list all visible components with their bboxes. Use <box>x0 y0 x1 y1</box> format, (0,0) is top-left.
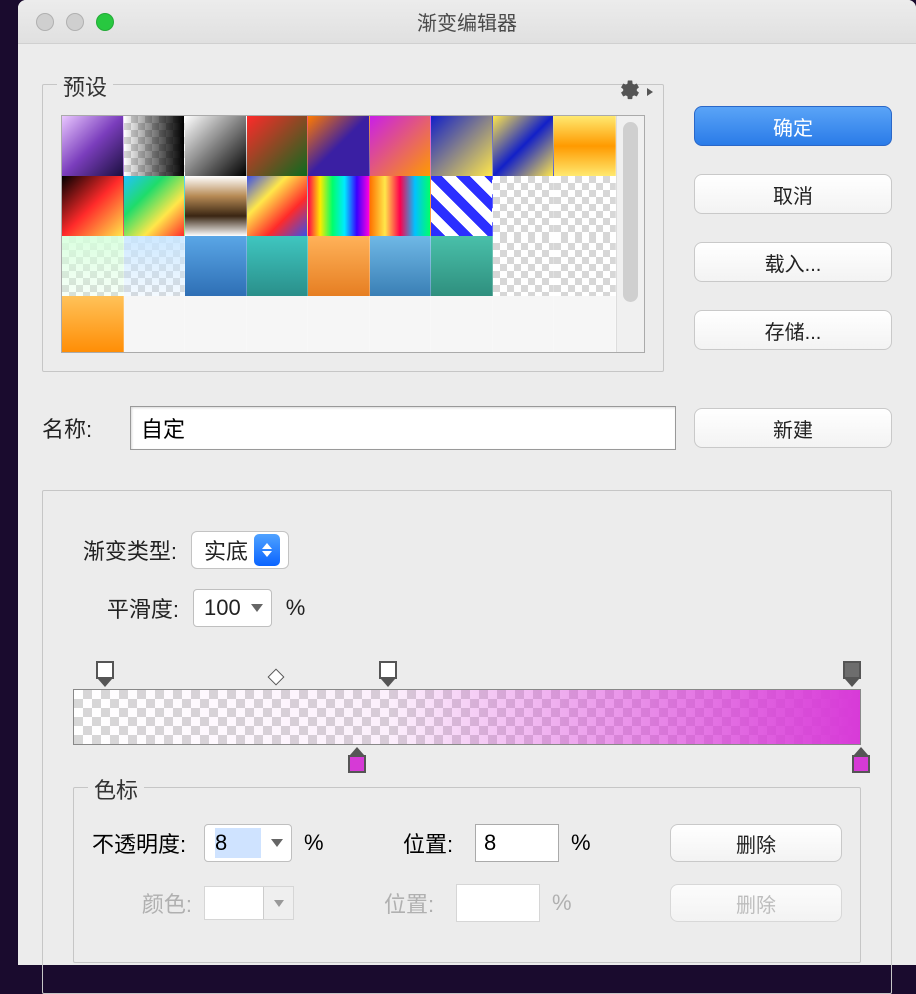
presets-menu-button[interactable] <box>619 79 641 101</box>
opacity-label: 不透明度: <box>92 827 192 859</box>
opacity-combo[interactable] <box>204 824 292 862</box>
preset-swatch[interactable] <box>370 236 432 296</box>
preset-swatch[interactable] <box>370 116 432 176</box>
preset-swatch-empty <box>124 296 186 352</box>
gradient-type-value: 实底 <box>204 534 248 566</box>
preset-swatch[interactable] <box>124 176 186 236</box>
preset-swatch[interactable] <box>247 116 309 176</box>
close-window-icon[interactable] <box>36 13 54 31</box>
preset-swatch[interactable] <box>308 176 370 236</box>
color-stop[interactable] <box>850 747 872 773</box>
preset-swatch[interactable] <box>62 116 124 176</box>
preset-swatch[interactable] <box>431 236 493 296</box>
preset-swatch-empty <box>370 296 432 352</box>
smoothness-combo[interactable]: 100 <box>193 589 272 627</box>
opacity-location-unit: % <box>571 830 599 856</box>
stops-legend: 色标 <box>88 773 144 805</box>
select-stepper-icon <box>254 534 280 566</box>
preset-swatch[interactable] <box>308 116 370 176</box>
gradient-type-select[interactable]: 实底 <box>191 531 289 569</box>
preset-swatch[interactable] <box>554 236 616 296</box>
color-stop[interactable] <box>346 747 368 773</box>
chevron-down-icon <box>271 839 283 847</box>
zoom-window-icon[interactable] <box>96 13 114 31</box>
preset-swatch[interactable] <box>493 176 555 236</box>
preset-scrollbar[interactable] <box>616 116 644 352</box>
window-title: 渐变编辑器 <box>18 7 916 36</box>
ok-button[interactable]: 确定 <box>694 106 892 146</box>
preset-swatch-empty <box>493 296 555 352</box>
preset-swatch[interactable] <box>124 116 186 176</box>
preset-swatch[interactable] <box>493 116 555 176</box>
load-button[interactable]: 载入... <box>694 242 892 282</box>
opacity-location-input[interactable] <box>475 824 559 862</box>
color-location-input <box>456 884 540 922</box>
presets-legend: 预设 <box>57 70 113 102</box>
new-button[interactable]: 新建 <box>694 408 892 448</box>
preset-swatches <box>61 115 645 353</box>
preset-swatch[interactable] <box>62 296 124 352</box>
preset-swatch[interactable] <box>185 176 247 236</box>
preset-swatch[interactable] <box>62 176 124 236</box>
preset-swatch-empty <box>247 296 309 352</box>
preset-swatch[interactable] <box>247 236 309 296</box>
preset-swatch[interactable] <box>554 176 616 236</box>
color-well-dropdown <box>263 887 293 919</box>
preset-swatch[interactable] <box>185 236 247 296</box>
preset-swatch[interactable] <box>431 176 493 236</box>
save-button[interactable]: 存储... <box>694 310 892 350</box>
color-location-label: 位置: <box>384 887 444 919</box>
scrollbar-thumb[interactable] <box>623 122 638 302</box>
color-well <box>204 886 294 920</box>
preset-swatch[interactable] <box>185 116 247 176</box>
minimize-window-icon[interactable] <box>66 13 84 31</box>
midpoint-handle[interactable] <box>268 669 285 686</box>
gradient-settings-fieldset: 渐变类型: 实底 平滑度: 100 % <box>42 490 892 994</box>
preset-swatch-empty <box>431 296 493 352</box>
titlebar: 渐变编辑器 <box>18 0 916 44</box>
gradient-type-label: 渐变类型: <box>67 534 177 566</box>
preset-swatch-empty <box>308 296 370 352</box>
preset-swatch[interactable] <box>308 236 370 296</box>
preset-swatch[interactable] <box>370 176 432 236</box>
opacity-stop[interactable] <box>377 661 399 687</box>
preset-swatch-empty <box>185 296 247 352</box>
preset-swatch[interactable] <box>247 176 309 236</box>
name-input[interactable] <box>130 406 676 450</box>
preset-swatch[interactable] <box>493 236 555 296</box>
stops-fieldset: 色标 不透明度: % 位置: % 删除 颜色: <box>73 787 861 963</box>
gradient-editor-window: 渐变编辑器 预设 确定 取消 载入... 存储 <box>18 0 916 965</box>
preset-swatch[interactable] <box>124 236 186 296</box>
smoothness-value: 100 <box>204 595 241 621</box>
delete-color-stop-button: 删除 <box>670 884 842 922</box>
opacity-stop[interactable] <box>841 661 863 687</box>
preset-swatch[interactable] <box>554 116 616 176</box>
opacity-unit: % <box>304 830 332 856</box>
gradient-bar[interactable] <box>73 667 861 767</box>
delete-opacity-stop-button[interactable]: 删除 <box>670 824 842 862</box>
smoothness-label: 平滑度: <box>93 592 179 624</box>
preset-swatch[interactable] <box>431 116 493 176</box>
color-location-unit: % <box>552 890 580 916</box>
opacity-location-label: 位置: <box>403 827 463 859</box>
cancel-button[interactable]: 取消 <box>694 174 892 214</box>
presets-fieldset: 预设 <box>42 84 664 372</box>
chevron-down-icon <box>251 604 263 612</box>
window-controls <box>18 13 114 31</box>
opacity-input[interactable] <box>215 828 261 858</box>
preset-swatch[interactable] <box>62 236 124 296</box>
color-label: 颜色: <box>128 887 192 919</box>
smoothness-unit: % <box>286 595 314 621</box>
opacity-stop[interactable] <box>94 661 116 687</box>
name-label: 名称: <box>42 412 112 444</box>
preset-swatch-empty <box>554 296 616 352</box>
